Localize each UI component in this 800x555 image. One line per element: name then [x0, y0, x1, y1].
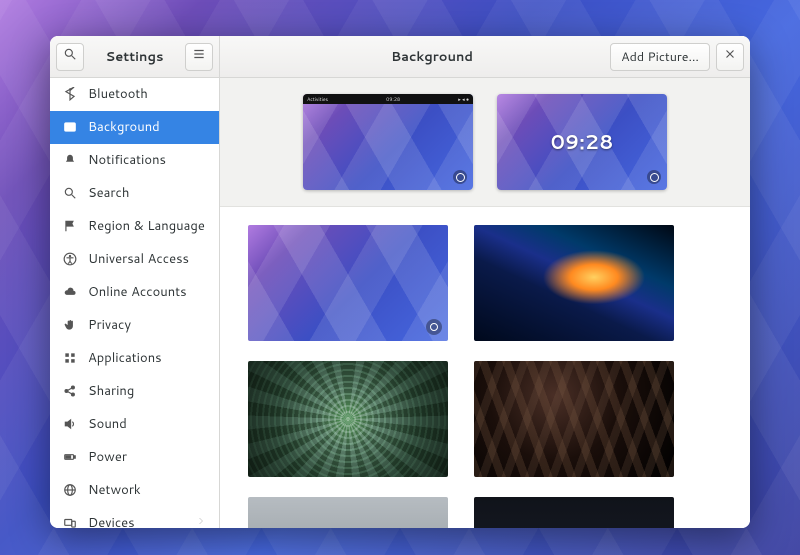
- apps-icon: [62, 351, 78, 365]
- sidebar-item-universal-access[interactable]: Universal Access: [50, 243, 219, 276]
- left-headerbar: Settings: [50, 36, 219, 78]
- accessibility-icon: [62, 252, 78, 266]
- wallpaper-thumb[interactable]: [474, 497, 674, 528]
- sidebar-item-label: Network: [88, 481, 141, 499]
- sidebar-item-label: Devices: [88, 514, 135, 528]
- cloud-icon: [62, 285, 78, 299]
- settings-content-panel: Background Add Picture… Activities 09:28…: [220, 36, 750, 528]
- sidebar-item-label: Applications: [88, 349, 162, 367]
- background-icon: [62, 120, 78, 134]
- sound-icon: [62, 417, 78, 431]
- sidebar-item-online-accounts[interactable]: Online Accounts: [50, 276, 219, 309]
- settings-window: Settings Bluetooth Background Notificati…: [50, 36, 750, 528]
- sidebar-item-label: Privacy: [88, 316, 131, 334]
- sidebar-item-sound[interactable]: Sound: [50, 408, 219, 441]
- content-title: Background: [260, 48, 604, 66]
- share-icon: [62, 384, 78, 398]
- sidebar-item-label: Region & Language: [88, 217, 205, 235]
- sidebar-item-label: Sharing: [88, 382, 134, 400]
- sidebar-item-label: Background: [88, 118, 160, 136]
- lockscreen-preview[interactable]: 09:28: [497, 94, 667, 190]
- network-icon: [62, 483, 78, 497]
- devices-icon: [62, 516, 78, 528]
- sidebar-item-label: Sound: [88, 415, 127, 433]
- sidebar-item-background[interactable]: Background: [50, 111, 219, 144]
- close-icon: [723, 47, 737, 66]
- chevron-right-icon: [195, 514, 207, 528]
- search-button[interactable]: [56, 43, 84, 71]
- background-preview-area: Activities 09:28 ▸ ◂ ● 09:28: [220, 78, 750, 207]
- flag-icon: [62, 219, 78, 233]
- sidebar-item-bluetooth[interactable]: Bluetooth: [50, 78, 219, 111]
- wallpaper-thumb[interactable]: [248, 497, 448, 528]
- sidebar-item-sharing[interactable]: Sharing: [50, 375, 219, 408]
- lockscreen-clock: 09:28: [497, 94, 667, 190]
- sidebar-item-devices[interactable]: Devices: [50, 507, 219, 528]
- desktop-preview[interactable]: Activities 09:28 ▸ ◂ ●: [303, 94, 473, 190]
- time-variant-icon: [426, 319, 442, 335]
- sidebar-item-label: Online Accounts: [88, 283, 187, 301]
- sidebar-item-label: Power: [88, 448, 127, 466]
- wallpaper-thumb[interactable]: [248, 361, 448, 477]
- hamburger-icon: [192, 47, 206, 66]
- primary-menu-button[interactable]: [185, 43, 213, 71]
- sidebar-item-search[interactable]: Search: [50, 177, 219, 210]
- sidebar-item-power[interactable]: Power: [50, 441, 219, 474]
- sidebar-item-notifications[interactable]: Notifications: [50, 144, 219, 177]
- sidebar-item-region-language[interactable]: Region & Language: [50, 210, 219, 243]
- settings-sidebar: Bluetooth Background Notifications Searc…: [50, 78, 219, 528]
- sidebar-item-applications[interactable]: Applications: [50, 342, 219, 375]
- bluetooth-icon: [62, 87, 78, 101]
- wallpaper-thumb[interactable]: [474, 225, 674, 341]
- wallpaper-grid: [220, 207, 750, 528]
- sidebar-item-privacy[interactable]: Privacy: [50, 309, 219, 342]
- desktop-preview-topbar: Activities 09:28 ▸ ◂ ●: [303, 94, 473, 104]
- hand-icon: [62, 318, 78, 332]
- wallpaper-thumb[interactable]: [474, 361, 674, 477]
- wallpaper-thumb[interactable]: [248, 225, 448, 341]
- left-title: Settings: [90, 48, 179, 66]
- sidebar-item-label: Universal Access: [88, 250, 189, 268]
- right-headerbar: Background Add Picture…: [220, 36, 750, 78]
- bell-icon: [62, 153, 78, 167]
- time-variant-icon: [647, 170, 661, 184]
- sidebar-item-label: Search: [88, 184, 129, 202]
- power-icon: [62, 450, 78, 464]
- search-icon: [62, 186, 78, 200]
- sidebar-item-network[interactable]: Network: [50, 474, 219, 507]
- time-variant-icon: [453, 170, 467, 184]
- sidebar-item-label: Bluetooth: [88, 85, 148, 103]
- close-button[interactable]: [716, 43, 744, 71]
- search-icon: [63, 47, 77, 66]
- sidebar-item-label: Notifications: [88, 151, 166, 169]
- settings-left-panel: Settings Bluetooth Background Notificati…: [50, 36, 220, 528]
- add-picture-button[interactable]: Add Picture…: [610, 43, 710, 71]
